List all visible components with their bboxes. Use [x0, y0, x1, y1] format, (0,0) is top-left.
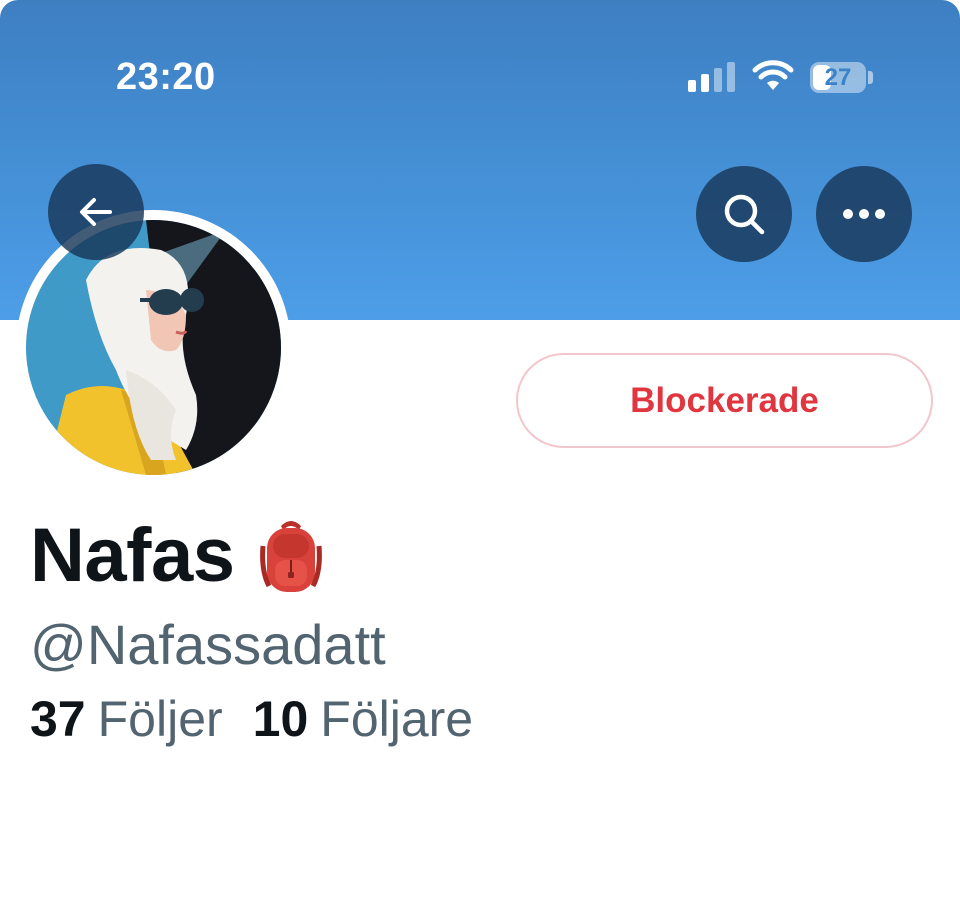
- battery-icon: 27: [810, 62, 866, 93]
- blocked-button[interactable]: Blockerade: [516, 353, 933, 448]
- avatar[interactable]: [16, 210, 291, 485]
- search-button[interactable]: [696, 166, 792, 262]
- battery-level: 27: [824, 64, 852, 91]
- followers-label[interactable]: Följare: [320, 690, 473, 748]
- status-time: 23:20: [116, 56, 216, 98]
- following-label[interactable]: Följer: [98, 690, 223, 748]
- more-options-button[interactable]: [816, 166, 912, 262]
- arrow-left-icon: [80, 198, 112, 226]
- name-row: Nafas: [30, 512, 323, 599]
- following-count[interactable]: 37: [30, 690, 86, 748]
- display-name: Nafas: [30, 513, 235, 598]
- backpack-icon: [259, 520, 322, 592]
- followers-count[interactable]: 10: [253, 690, 309, 748]
- battery-cap: [868, 71, 873, 84]
- user-handle: @Nafassadatt: [30, 613, 386, 676]
- more-horizontal-icon: [843, 209, 885, 219]
- profile-stats: 37 Följer 10 Följare: [30, 690, 473, 748]
- cellular-signal-icon: [688, 62, 735, 92]
- profile-screen: 23:20 27 Blockerade Nafas @Nafassadatt 3…: [0, 0, 960, 923]
- avatar-image: [26, 220, 281, 475]
- search-icon: [724, 194, 765, 235]
- back-button[interactable]: [48, 164, 144, 260]
- wifi-icon: [752, 60, 794, 90]
